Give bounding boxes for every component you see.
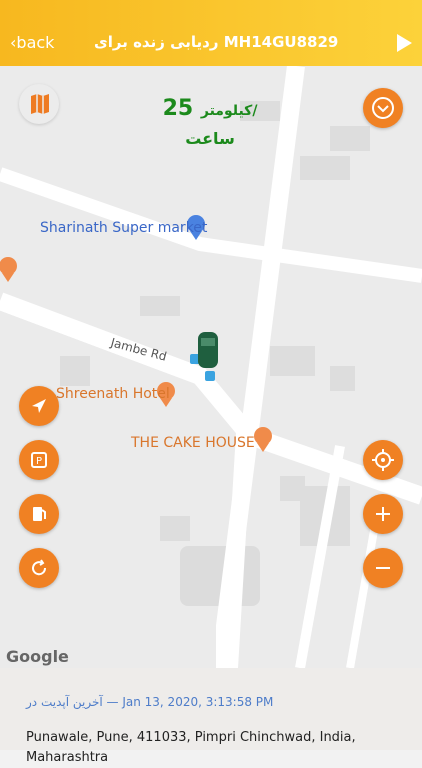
speed-per: ساعت [185, 129, 235, 148]
car-icon[interactable] [198, 332, 218, 368]
play-icon[interactable] [397, 34, 412, 52]
restaurant-pin-icon[interactable] [0, 257, 17, 282]
map-block [300, 156, 350, 180]
svg-text:P: P [36, 456, 42, 467]
refresh-icon [32, 559, 47, 576]
fuel-button[interactable] [19, 494, 59, 534]
speed-indicator: 25 کیلومتر/ ساعت [150, 96, 270, 148]
road [295, 445, 345, 668]
google-attribution: Google [6, 647, 69, 666]
map-block [160, 516, 190, 541]
back-label: back [16, 33, 55, 52]
app-header: ‹back ردیابی زنده برای MH14GU8829 [0, 0, 422, 66]
map-canvas: Jambe Rd [0, 66, 422, 668]
minus-icon [376, 567, 390, 569]
poi-label-cake-house[interactable]: THE CAKE HOUSE [131, 435, 255, 451]
plus-icon [376, 507, 390, 521]
back-button[interactable]: ‹back [10, 33, 54, 52]
navigation-arrow-icon [32, 399, 46, 413]
page-title: ردیابی زنده برای MH14GU8829 [94, 33, 339, 51]
poi-label-hotel[interactable]: Shreenath Hotel [56, 386, 170, 402]
map-block [270, 346, 315, 376]
map-view[interactable]: Jambe Rd 25 کیلومتر/ ساعت Sharinath Supe… [0, 66, 422, 668]
poi-label-supermarket[interactable]: Sharinath Super market [40, 220, 207, 236]
speed-unit: کیلومتر/ [200, 103, 258, 119]
address-text: Punawale, Pune, 411033, Pimpri Chinchwad… [26, 730, 356, 765]
map-block [60, 356, 90, 386]
map-layers-button[interactable] [19, 84, 59, 124]
road [222, 415, 253, 668]
speed-value: 25 [162, 96, 194, 121]
crosshair-icon [372, 449, 394, 471]
expand-button[interactable] [363, 88, 403, 128]
bus-stop-icon [205, 371, 215, 381]
map-block [330, 366, 355, 391]
recenter-button[interactable] [363, 440, 403, 480]
last-update-text: آخرین آپدیت در — Jan 13, 2020, 3:13:58 P… [26, 695, 274, 709]
refresh-button[interactable] [19, 548, 59, 588]
navigate-button[interactable] [19, 386, 59, 426]
map-block [140, 296, 180, 316]
parking-button[interactable]: P [19, 440, 59, 480]
info-panel: آخرین آپدیت در — Jan 13, 2020, 3:13:58 P… [0, 668, 422, 765]
chevron-down-circle-icon [372, 97, 394, 119]
fuel-pump-icon [33, 507, 46, 521]
zoom-in-button[interactable] [363, 494, 403, 534]
zoom-out-button[interactable] [363, 548, 403, 588]
map-block [330, 126, 370, 151]
map-icon [31, 94, 49, 114]
parking-icon: P [31, 452, 47, 468]
